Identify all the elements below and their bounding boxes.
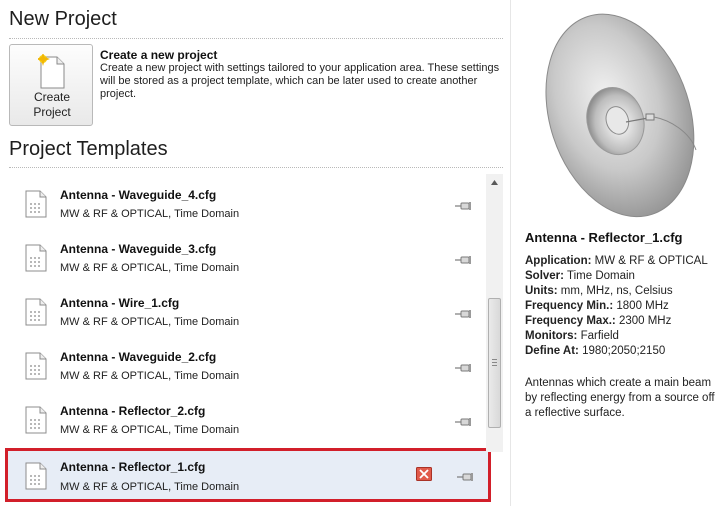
property-value: MW & RF & OPTICAL	[594, 255, 708, 267]
template-item-selected[interactable]: Antenna - Reflector_1.cfg MW & RF & OPTI…	[5, 448, 491, 502]
property-label: Units:	[525, 285, 558, 297]
property-value: Farfield	[580, 330, 619, 342]
template-preview-image	[530, 10, 706, 222]
property-label: Solver:	[525, 270, 564, 282]
divider	[9, 38, 503, 39]
template-subtitle: MW & RF & OPTICAL, Time Domain	[60, 262, 240, 274]
property-label: Define At:	[525, 345, 579, 357]
cfg-file-icon	[24, 190, 48, 223]
template-subtitle: MW & RF & OPTICAL, Time Domain	[60, 316, 240, 328]
pin-icon[interactable]	[454, 414, 472, 432]
template-item[interactable]: Antenna - Waveguide_4.cfg MW & RF & OPTI…	[8, 176, 478, 228]
property-row: Define At: 1980;2050;2150	[525, 344, 708, 359]
template-name: Antenna - Waveguide_2.cfg	[60, 350, 217, 364]
cfg-file-icon	[24, 406, 48, 439]
cfg-file-icon	[24, 352, 48, 385]
create-description: Create a new project with settings tailo…	[100, 62, 500, 100]
property-row: Monitors: Farfield	[525, 329, 708, 344]
pin-icon[interactable]	[454, 306, 472, 324]
property-label: Frequency Min.:	[525, 300, 614, 312]
property-label: Frequency Max.:	[525, 315, 616, 327]
detail-title: Antenna - Reflector_1.cfg	[525, 230, 683, 245]
grip-icon	[492, 359, 497, 368]
template-name: Antenna - Wire_1.cfg	[60, 296, 180, 310]
property-row: Frequency Max.: 2300 MHz	[525, 314, 708, 329]
pin-icon[interactable]	[454, 252, 472, 270]
property-label: Application:	[525, 255, 592, 267]
template-name: Antenna - Waveguide_4.cfg	[60, 188, 217, 202]
new-document-icon	[36, 52, 66, 95]
template-properties: Application: MW & RF & OPTICAL Solver: T…	[525, 254, 708, 359]
remove-template-icon[interactable]	[416, 467, 432, 481]
property-value: Time Domain	[567, 270, 635, 282]
cfg-file-icon	[24, 462, 48, 495]
templates-title: Project Templates	[9, 138, 168, 160]
template-name: Antenna - Waveguide_3.cfg	[60, 242, 217, 256]
divider	[9, 167, 503, 168]
template-subtitle: MW & RF & OPTICAL, Time Domain	[60, 424, 240, 436]
template-subtitle: MW & RF & OPTICAL, Time Domain	[60, 481, 240, 493]
template-item[interactable]: Antenna - Reflector_2.cfg MW & RF & OPTI…	[8, 392, 478, 444]
create-project-button[interactable]: Create Project	[9, 44, 93, 126]
property-value: 2300 MHz	[618, 315, 672, 327]
template-item[interactable]: Antenna - Waveguide_3.cfg MW & RF & OPTI…	[8, 230, 478, 282]
pin-icon[interactable]	[454, 198, 472, 216]
pin-icon[interactable]	[456, 469, 474, 487]
create-heading: Create a new project	[100, 48, 218, 62]
property-row: Frequency Min.: 1800 MHz	[525, 299, 708, 314]
template-item[interactable]: Antenna - Waveguide_2.cfg MW & RF & OPTI…	[8, 338, 478, 390]
pin-icon[interactable]	[454, 360, 472, 378]
create-button-label-1: Create	[33, 90, 71, 104]
cfg-file-icon	[24, 298, 48, 331]
new-project-title: New Project	[9, 8, 117, 30]
template-description: Antennas which create a main beam by ref…	[525, 377, 715, 419]
scroll-thumb[interactable]	[488, 298, 501, 428]
scroll-up-arrow-icon[interactable]	[486, 174, 503, 191]
property-row: Solver: Time Domain	[525, 269, 708, 284]
create-button-label-2: Project	[33, 105, 71, 119]
property-row: Application: MW & RF & OPTICAL	[525, 254, 708, 269]
template-subtitle: MW & RF & OPTICAL, Time Domain	[60, 208, 240, 220]
property-label: Monitors:	[525, 330, 578, 342]
cfg-file-icon	[24, 244, 48, 277]
template-item[interactable]: Antenna - Wire_1.cfg MW & RF & OPTICAL, …	[8, 284, 478, 336]
property-value: mm, MHz, ns, Celsius	[560, 285, 673, 297]
property-row: Units: mm, MHz, ns, Celsius	[525, 284, 708, 299]
template-name: Antenna - Reflector_1.cfg	[60, 460, 206, 474]
property-value: 1980;2050;2150	[582, 345, 666, 357]
template-name: Antenna - Reflector_2.cfg	[60, 404, 206, 418]
template-subtitle: MW & RF & OPTICAL, Time Domain	[60, 370, 240, 382]
template-list-scrollbar[interactable]	[486, 174, 503, 452]
template-list: Antenna - Waveguide_4.cfg MW & RF & OPTI…	[0, 174, 506, 506]
property-value: 1800 MHz	[616, 300, 669, 312]
